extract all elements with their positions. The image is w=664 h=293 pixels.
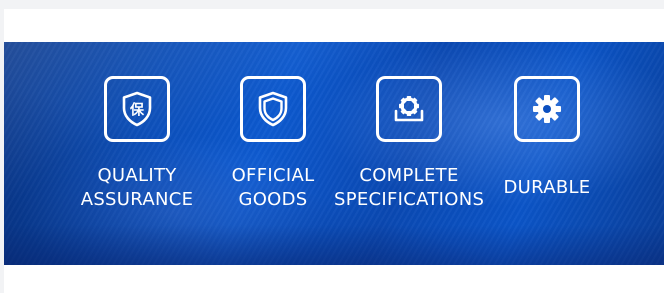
feature-label: OFFICIAL GOODS <box>198 164 348 212</box>
feature-label-line1: DURABLE <box>503 177 591 198</box>
feature-durable: DURABLE <box>472 76 622 200</box>
feature-label: QUALITY ASSURANCE <box>62 164 212 212</box>
feature-quality-assurance: 保 QUALITY ASSURANCE <box>62 76 212 212</box>
feature-label: DURABLE <box>472 176 622 200</box>
shield-bao-icon: 保 <box>104 76 170 142</box>
features-banner: 保 QUALITY ASSURANCE OFFICIAL GOODS COMPL… <box>4 42 664 265</box>
feature-label-line1: QUALITY <box>97 165 177 186</box>
feature-official-goods: OFFICIAL GOODS <box>198 76 348 212</box>
shield-icon <box>240 76 306 142</box>
feature-label-line2: ASSURANCE <box>80 189 194 210</box>
gear-tray-icon <box>376 76 442 142</box>
feature-label-line1: COMPLETE <box>359 165 459 186</box>
gear-icon <box>514 76 580 142</box>
feature-label-line2: GOODS <box>238 189 308 210</box>
feature-complete-specifications: COMPLETE SPECIFICATIONS <box>334 76 484 212</box>
feature-label-line2: SPECIFICATIONS <box>334 189 485 210</box>
feature-label-line1: OFFICIAL <box>231 165 315 186</box>
shield-glyph: 保 <box>129 102 145 119</box>
feature-label: COMPLETE SPECIFICATIONS <box>334 164 484 212</box>
